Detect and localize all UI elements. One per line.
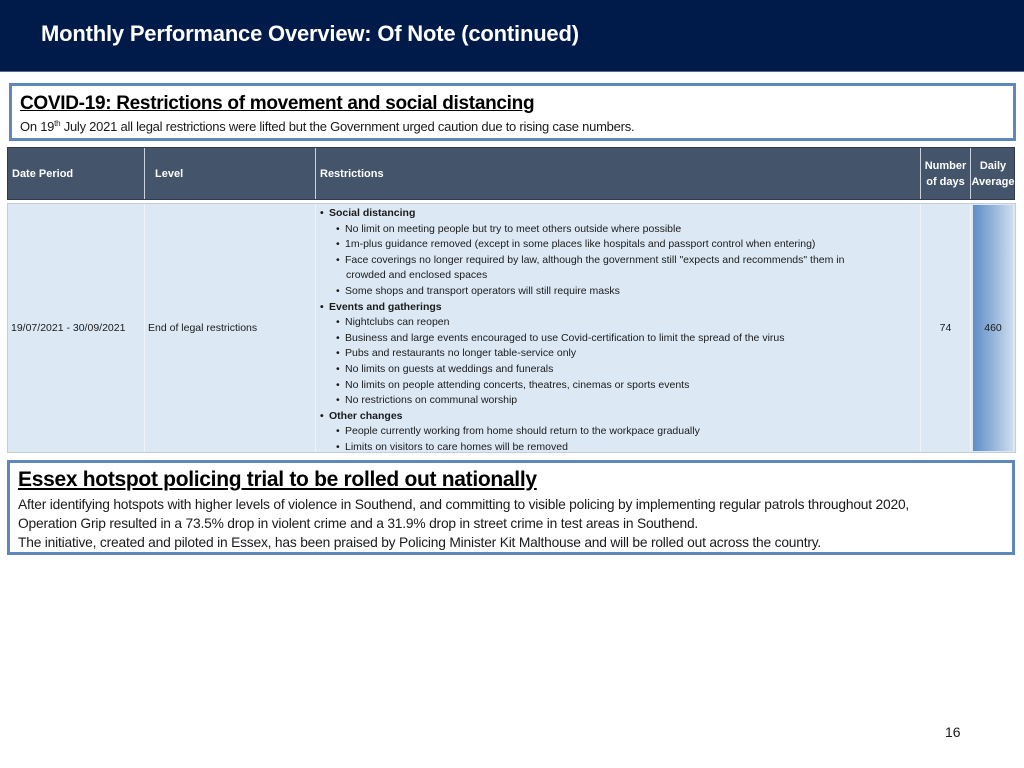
bullet-icon: • — [336, 440, 340, 453]
column-header-restrictions: Restrictions — [316, 148, 921, 199]
column-header-level: Level — [145, 148, 316, 199]
essex-note-line: Operation Grip resulted in a 73.5% drop … — [18, 516, 699, 531]
column-header-number-of-days-line1: Number — [924, 159, 967, 172]
covid-note-text-prefix: On 19 — [20, 119, 55, 134]
bullet-icon: • — [320, 207, 324, 219]
bullet-icon: • — [336, 347, 340, 360]
restriction-text: Social distancing — [329, 207, 416, 219]
restriction-text: People currently working from home shoul… — [345, 425, 700, 438]
restriction-item: • People currently working from home shou… — [320, 424, 920, 440]
daily-average-value: 460 — [984, 322, 1002, 334]
cell-daily-average: 460 — [971, 204, 1015, 452]
cell-number-of-days: 74 — [921, 204, 971, 452]
restriction-text: Business and large events encouraged to … — [345, 331, 785, 344]
restriction-item: • Nightclubs can reopen — [320, 315, 920, 331]
restriction-item: • No limits on people attending concerts,… — [320, 378, 920, 394]
restriction-text: Other changes — [329, 409, 403, 422]
cell-date-period: 19/07/2021 - 30/09/2021 — [8, 204, 145, 452]
restriction-text: No limits on people attending concerts, … — [345, 378, 690, 391]
restriction-text: No limits on guests at weddings and fune… — [345, 362, 554, 375]
essex-note-line: The initiative, created and piloted in E… — [18, 535, 822, 550]
restriction-item: • Business and large events encouraged to… — [320, 331, 920, 347]
essex-note-title: Essex hotspot policing trial to be rolle… — [18, 468, 537, 491]
cell-level: End of legal restrictions — [145, 204, 316, 452]
restrictions-table-header: Date Period Level Restrictions Number of … — [7, 147, 1015, 200]
table-row: 19/07/2021 - 30/09/2021 End of legal res… — [7, 203, 1016, 453]
restriction-item: • No limit on meeting people but try to m… — [320, 222, 920, 238]
essex-note-text: After identifying hotspots with higher l… — [18, 495, 909, 552]
slide-header: Monthly Performance Overview: Of Note (c… — [0, 0, 1024, 72]
bullet-icon: • — [320, 409, 324, 422]
restriction-text: Some shops and transport operators will … — [345, 284, 620, 297]
covid-note-title: COVID-19: Restrictions of movement and s… — [20, 93, 535, 114]
restriction-text: 1m-plus guidance removed (except in some… — [345, 238, 816, 251]
bullet-icon: • — [336, 378, 340, 391]
restriction-category: • Events and gatherings — [320, 300, 920, 316]
column-header-date-period: Date Period — [8, 148, 145, 199]
essex-note-box: Essex hotspot policing trial to be rolle… — [7, 460, 1015, 555]
bullet-icon: • — [336, 331, 340, 344]
restriction-item: • 1m-plus guidance removed (except in som… — [320, 237, 920, 253]
restriction-item: • No limits on guests at weddings and fun… — [320, 362, 920, 378]
column-header-number-of-days-line2: of days — [926, 175, 965, 188]
restriction-text: No limit on meeting people but try to me… — [345, 222, 682, 235]
slide-title: Monthly Performance Overview: Of Note (c… — [41, 21, 579, 46]
covid-note-box: COVID-19: Restrictions of movement and s… — [9, 83, 1016, 141]
restriction-item: crowded and enclosed spaces — [320, 268, 920, 284]
restriction-text: Limits on visitors to care homes will be… — [345, 440, 568, 453]
restriction-item: • Limits on visitors to care homes will b… — [320, 440, 920, 456]
bullet-icon: • — [336, 253, 340, 266]
restriction-text: Events and gatherings — [329, 300, 442, 313]
bullet-icon: • — [336, 316, 340, 329]
restriction-text: Nightclubs can reopen — [345, 316, 450, 329]
restriction-category: • Other changes — [320, 409, 920, 425]
restriction-text: Pubs and restaurants no longer table-ser… — [345, 347, 577, 360]
essex-note-line: After identifying hotspots with higher l… — [18, 497, 910, 512]
restriction-item: • No restrictions on communal worship — [320, 393, 920, 409]
bullet-icon: • — [336, 284, 340, 297]
restriction-item: • Some shops and transport operators will… — [320, 284, 920, 300]
column-header-daily-average-line2: Average — [971, 175, 1015, 188]
bullet-icon: • — [336, 222, 340, 235]
column-header-daily-average-line1: Daily — [979, 159, 1007, 172]
column-header-daily-average: Daily Average — [971, 148, 1015, 199]
restriction-item: • Pubs and restaurants no longer table-se… — [320, 346, 920, 362]
restriction-item: • Face coverings no longer required by la… — [320, 253, 920, 269]
covid-note-text: On 19th July 2021 all legal restrictions… — [20, 119, 635, 134]
bullet-icon: • — [336, 394, 340, 407]
bullet-icon: • — [336, 425, 340, 438]
restriction-text: No restrictions on communal worship — [345, 394, 518, 407]
column-header-number-of-days: Number of days — [921, 148, 971, 199]
bullet-icon: • — [320, 300, 324, 313]
covid-note-text-suffix: July 2021 all legal restrictions were li… — [60, 119, 635, 134]
page-number: 16 — [945, 724, 961, 740]
restriction-category: • Social distancing — [320, 206, 920, 222]
restriction-text: Face coverings no longer required by law… — [345, 253, 845, 266]
bullet-icon: • — [336, 238, 340, 251]
bullet-icon: • — [336, 362, 340, 375]
cell-restrictions: • Social distancing • No limit on meeting p… — [316, 204, 921, 453]
restriction-text: crowded and enclosed spaces — [346, 269, 488, 282]
